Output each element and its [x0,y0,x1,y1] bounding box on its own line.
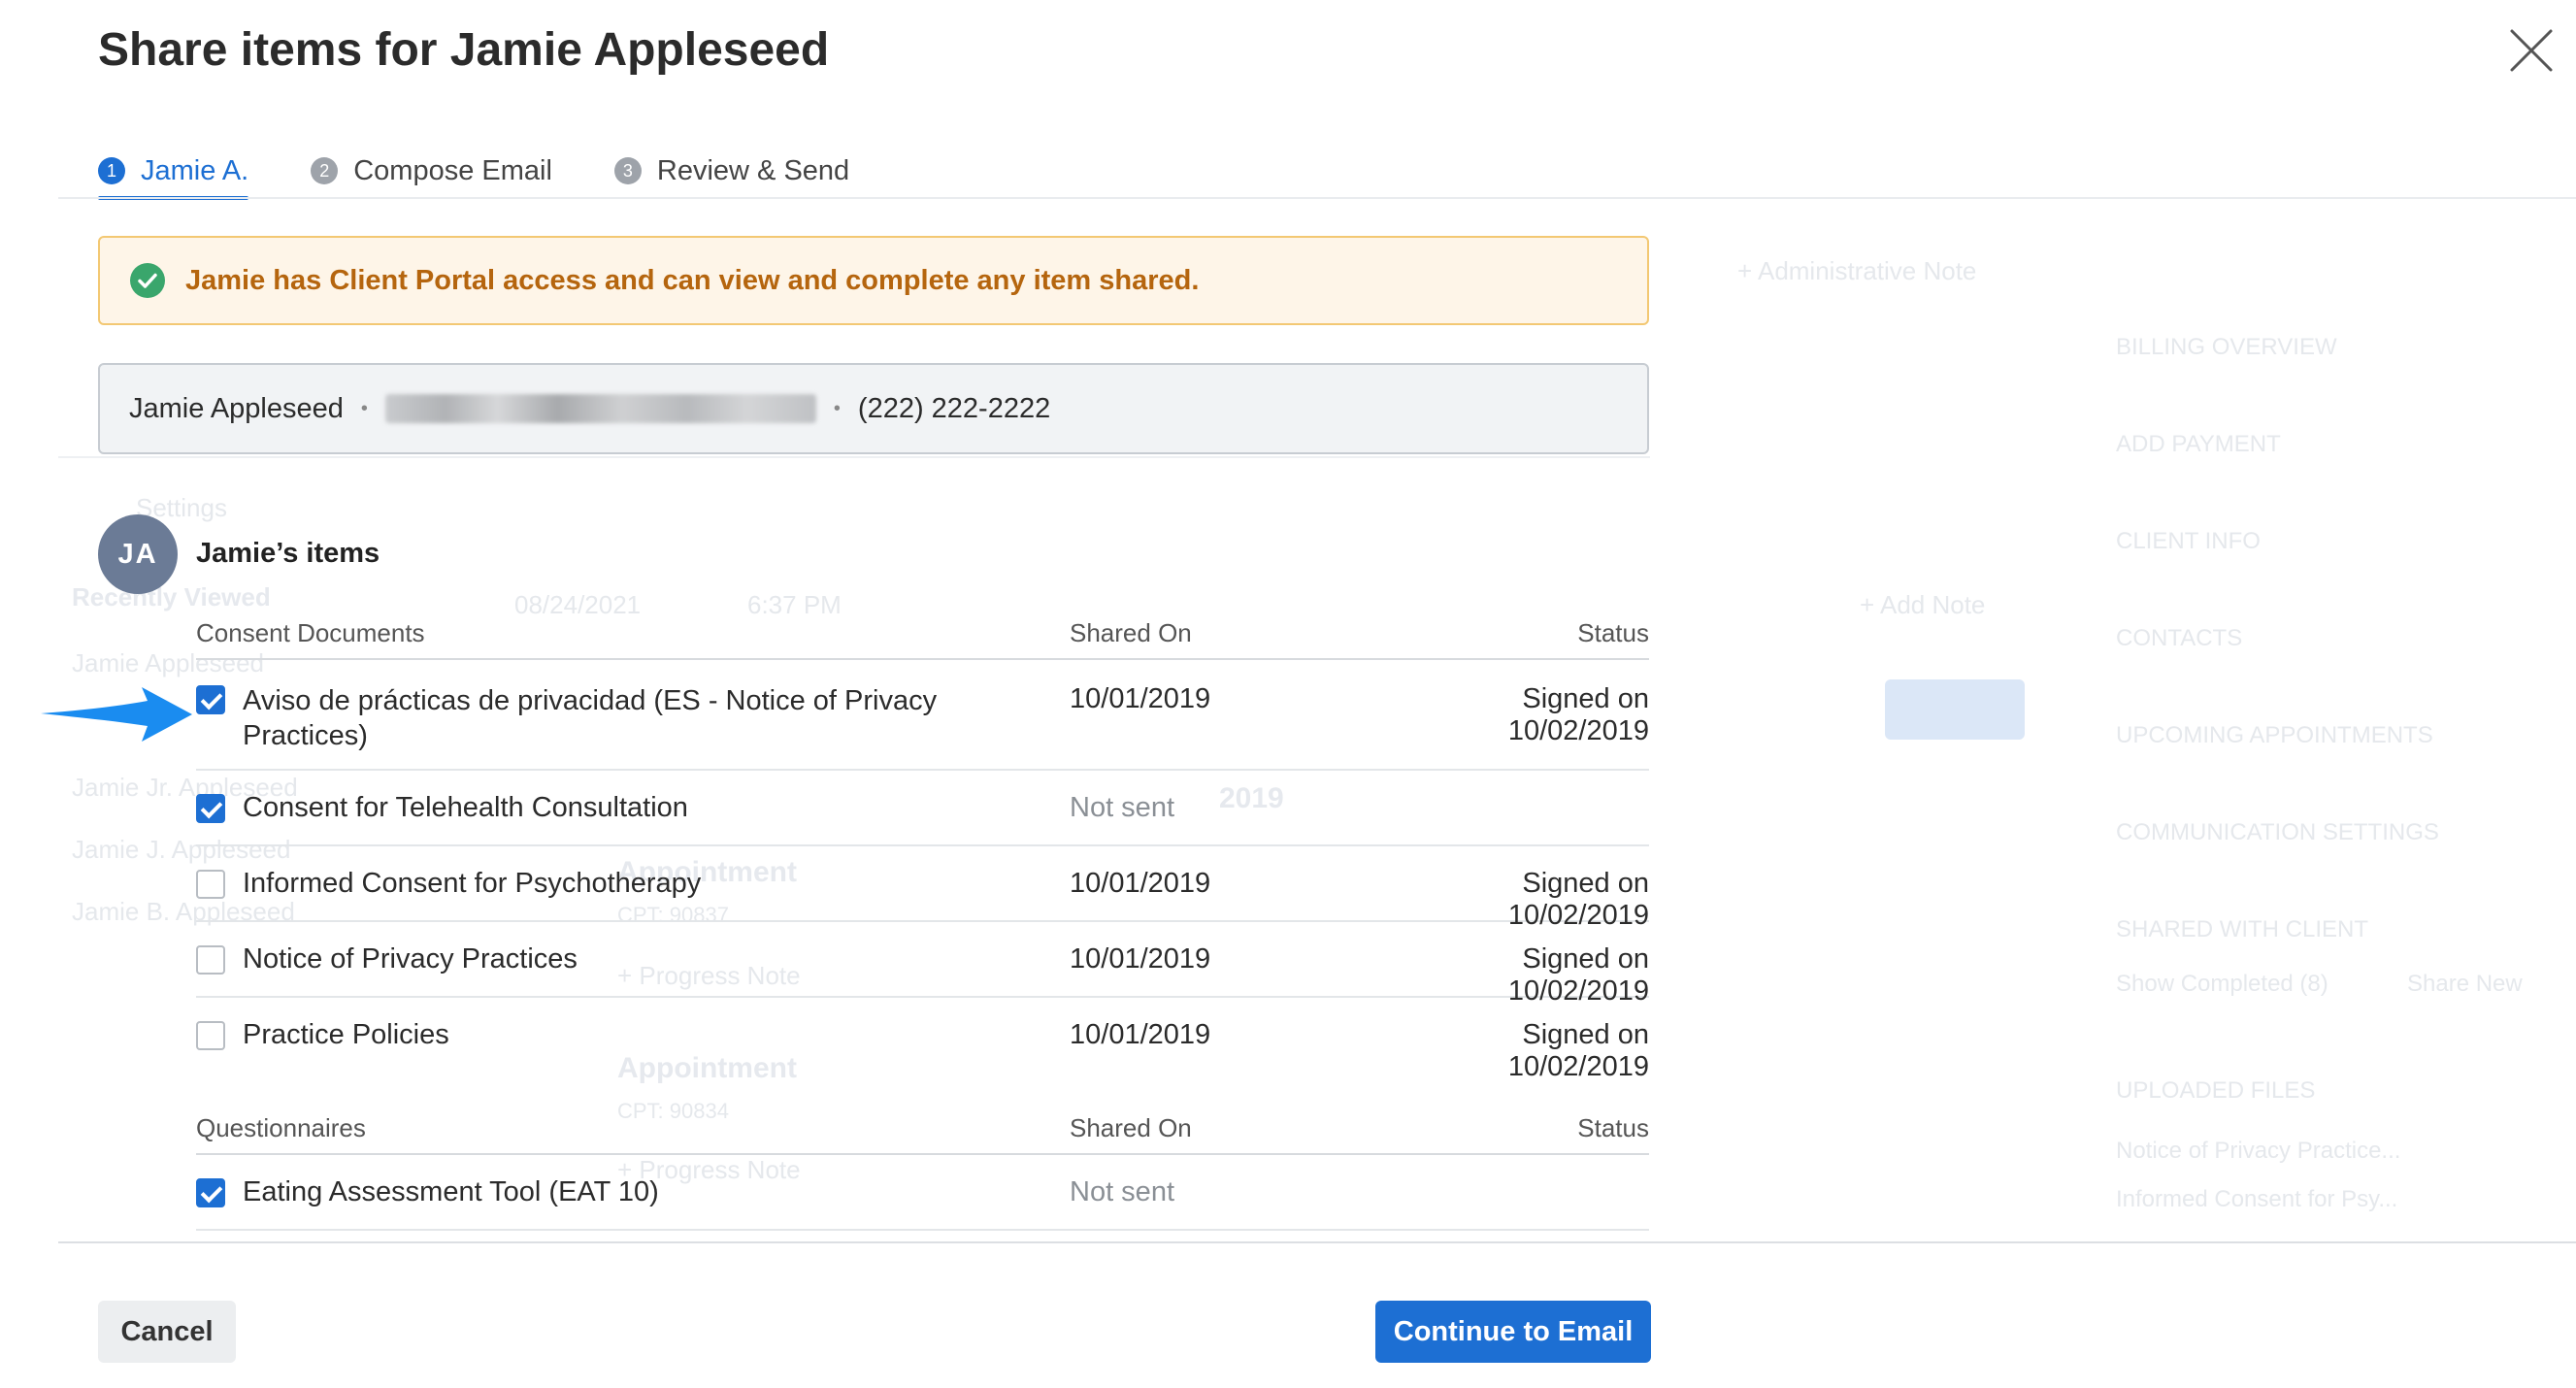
shared-on-value: 10/01/2019 [1070,943,1211,975]
redacted-email [384,394,816,423]
contact-name: Jamie Appleseed [129,392,344,424]
items-title: Jamie’s items [196,538,380,569]
shared-on-value: Not sent [1070,1176,1174,1207]
separator-dot: • [833,397,841,419]
share-items-dialog: Share items for Jamie Appleseed 1 Jamie … [0,0,2576,1388]
check-circle-icon [130,263,165,298]
column-header-status: Status [1577,617,1649,647]
status-value: Signed on 10/02/2019 [1507,1019,1649,1082]
step-number: 1 [98,157,125,184]
item-checkbox[interactable] [196,1021,225,1050]
tab-step-2[interactable]: 2 Compose Email [311,144,552,198]
shared-on-value: 10/01/2019 [1070,683,1211,714]
table-row: Consent for Telehealth Consultation Not … [196,771,1649,846]
item-checkbox[interactable] [196,945,225,975]
item-checkbox[interactable] [196,794,225,823]
step-number: 3 [613,157,642,184]
column-header-name: Questionnaires [196,1112,366,1142]
tab-step-3[interactable]: 3 Review & Send [613,144,850,198]
item-checkbox[interactable] [196,1178,225,1207]
table-row: Eating Assessment Tool (EAT 10) Not sent [196,1157,1649,1231]
item-name: Eating Assessment Tool (EAT 10) [243,1176,659,1207]
item-cell: Consent for Telehealth Consultation [196,792,1070,824]
separator-dot: • [360,397,368,419]
table-row: Aviso de prácticas de privacidad (ES - N… [196,662,1649,771]
step-tabs: 1 Jamie A. 2 Compose Email 3 Review & Se… [98,144,911,200]
item-cell: Notice of Privacy Practices [196,943,1070,975]
tabs-divider [58,197,2576,199]
tab-label: Review & Send [656,154,850,186]
shared-on-value: Not sent [1070,792,1174,823]
column-header-name: Consent Documents [196,617,425,647]
item-checkbox[interactable] [196,870,225,899]
item-cell: Practice Policies [196,1019,1070,1051]
arrow-pointer-icon [41,687,192,742]
table-row: Practice Policies 10/01/2019 Signed on 1… [196,998,1649,1082]
column-header-shared-on: Shared On [1070,617,1192,647]
footer-divider [58,1241,2576,1243]
step-number: 2 [311,157,339,184]
cancel-button[interactable]: Cancel [98,1301,236,1363]
shared-on-value: 10/01/2019 [1070,1019,1211,1050]
item-cell: Eating Assessment Tool (EAT 10) [196,1176,1070,1208]
column-header-status: Status [1577,1112,1649,1142]
item-cell: Aviso de prácticas de privacidad (ES - N… [196,683,1070,753]
item-name: Aviso de prácticas de privacidad (ES - N… [243,685,938,751]
item-name: Informed Consent for Psychotherapy [243,868,702,899]
continue-to-email-button[interactable]: Continue to Email [1375,1301,1651,1363]
tab-label: Compose Email [353,154,552,186]
shared-on-value: 10/01/2019 [1070,868,1211,899]
status-value: Signed on 10/02/2019 [1507,683,1649,746]
item-name: Consent for Telehealth Consultation [243,792,688,823]
item-name: Notice of Privacy Practices [243,943,578,975]
alert-text: Jamie has Client Portal access and can v… [185,264,1200,296]
avatar: JA [98,514,178,594]
contact-phone: (222) 222-2222 [857,392,1051,424]
item-cell: Informed Consent for Psychotherapy [196,868,1070,900]
item-name: Practice Policies [243,1019,449,1050]
table-row: Informed Consent for Psychotherapy 10/01… [196,846,1649,931]
dialog-title: Share items for Jamie Appleseed [98,24,830,76]
questionnaires-header: Questionnaires Shared On Status [196,1103,1649,1155]
column-header-shared-on: Shared On [1070,1112,1192,1142]
portal-access-alert: Jamie has Client Portal access and can v… [98,236,1649,325]
close-icon [2510,29,2553,72]
close-button[interactable] [2508,27,2555,74]
tab-label: Jamie A. [141,154,249,186]
contact-summary: Jamie Appleseed • • (222) 222-2222 [98,363,1649,454]
item-checkbox[interactable] [196,685,225,714]
consent-documents-header: Consent Documents Shared On Status [196,608,1649,660]
tab-step-1[interactable]: 1 Jamie A. [98,144,249,200]
table-row: Notice of Privacy Practices 10/01/2019 S… [196,922,1649,1007]
